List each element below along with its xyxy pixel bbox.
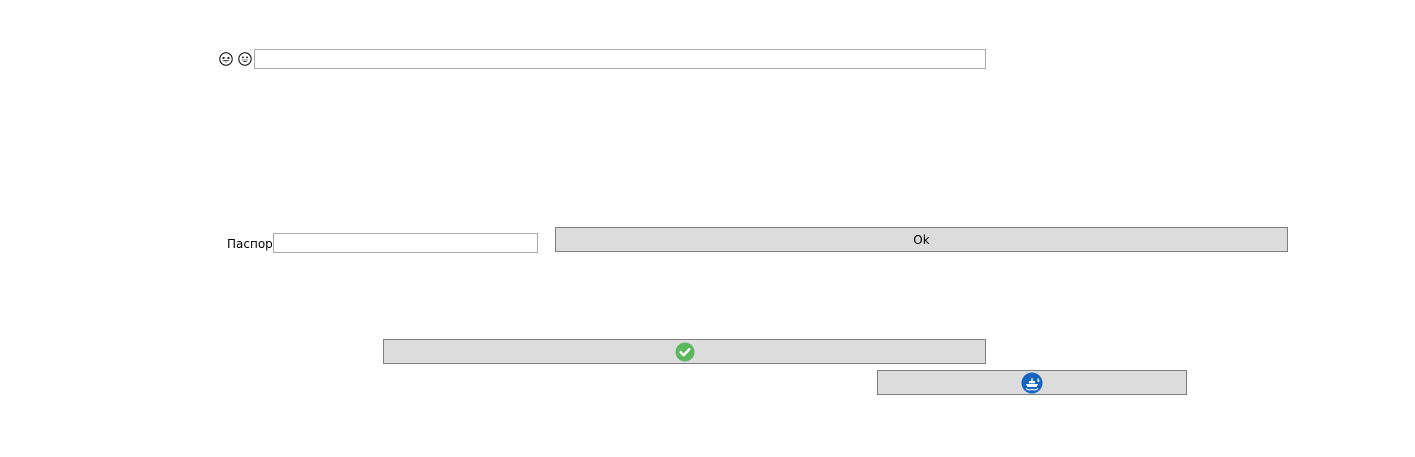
grin-emoji-icon	[238, 52, 252, 66]
passport-input[interactable]	[273, 233, 538, 253]
passport-label: Паспорт	[227, 237, 280, 251]
confirm-button[interactable]	[383, 339, 986, 364]
ok-button[interactable]: Ok	[555, 227, 1288, 252]
ok-button-label: Ok	[913, 232, 930, 247]
ship-refresh-icon	[1021, 372, 1043, 394]
refresh-button[interactable]	[877, 370, 1187, 395]
grin-squint-emoji-icon	[219, 52, 233, 66]
top-text-input[interactable]	[254, 49, 986, 69]
check-circle-icon	[675, 342, 695, 362]
